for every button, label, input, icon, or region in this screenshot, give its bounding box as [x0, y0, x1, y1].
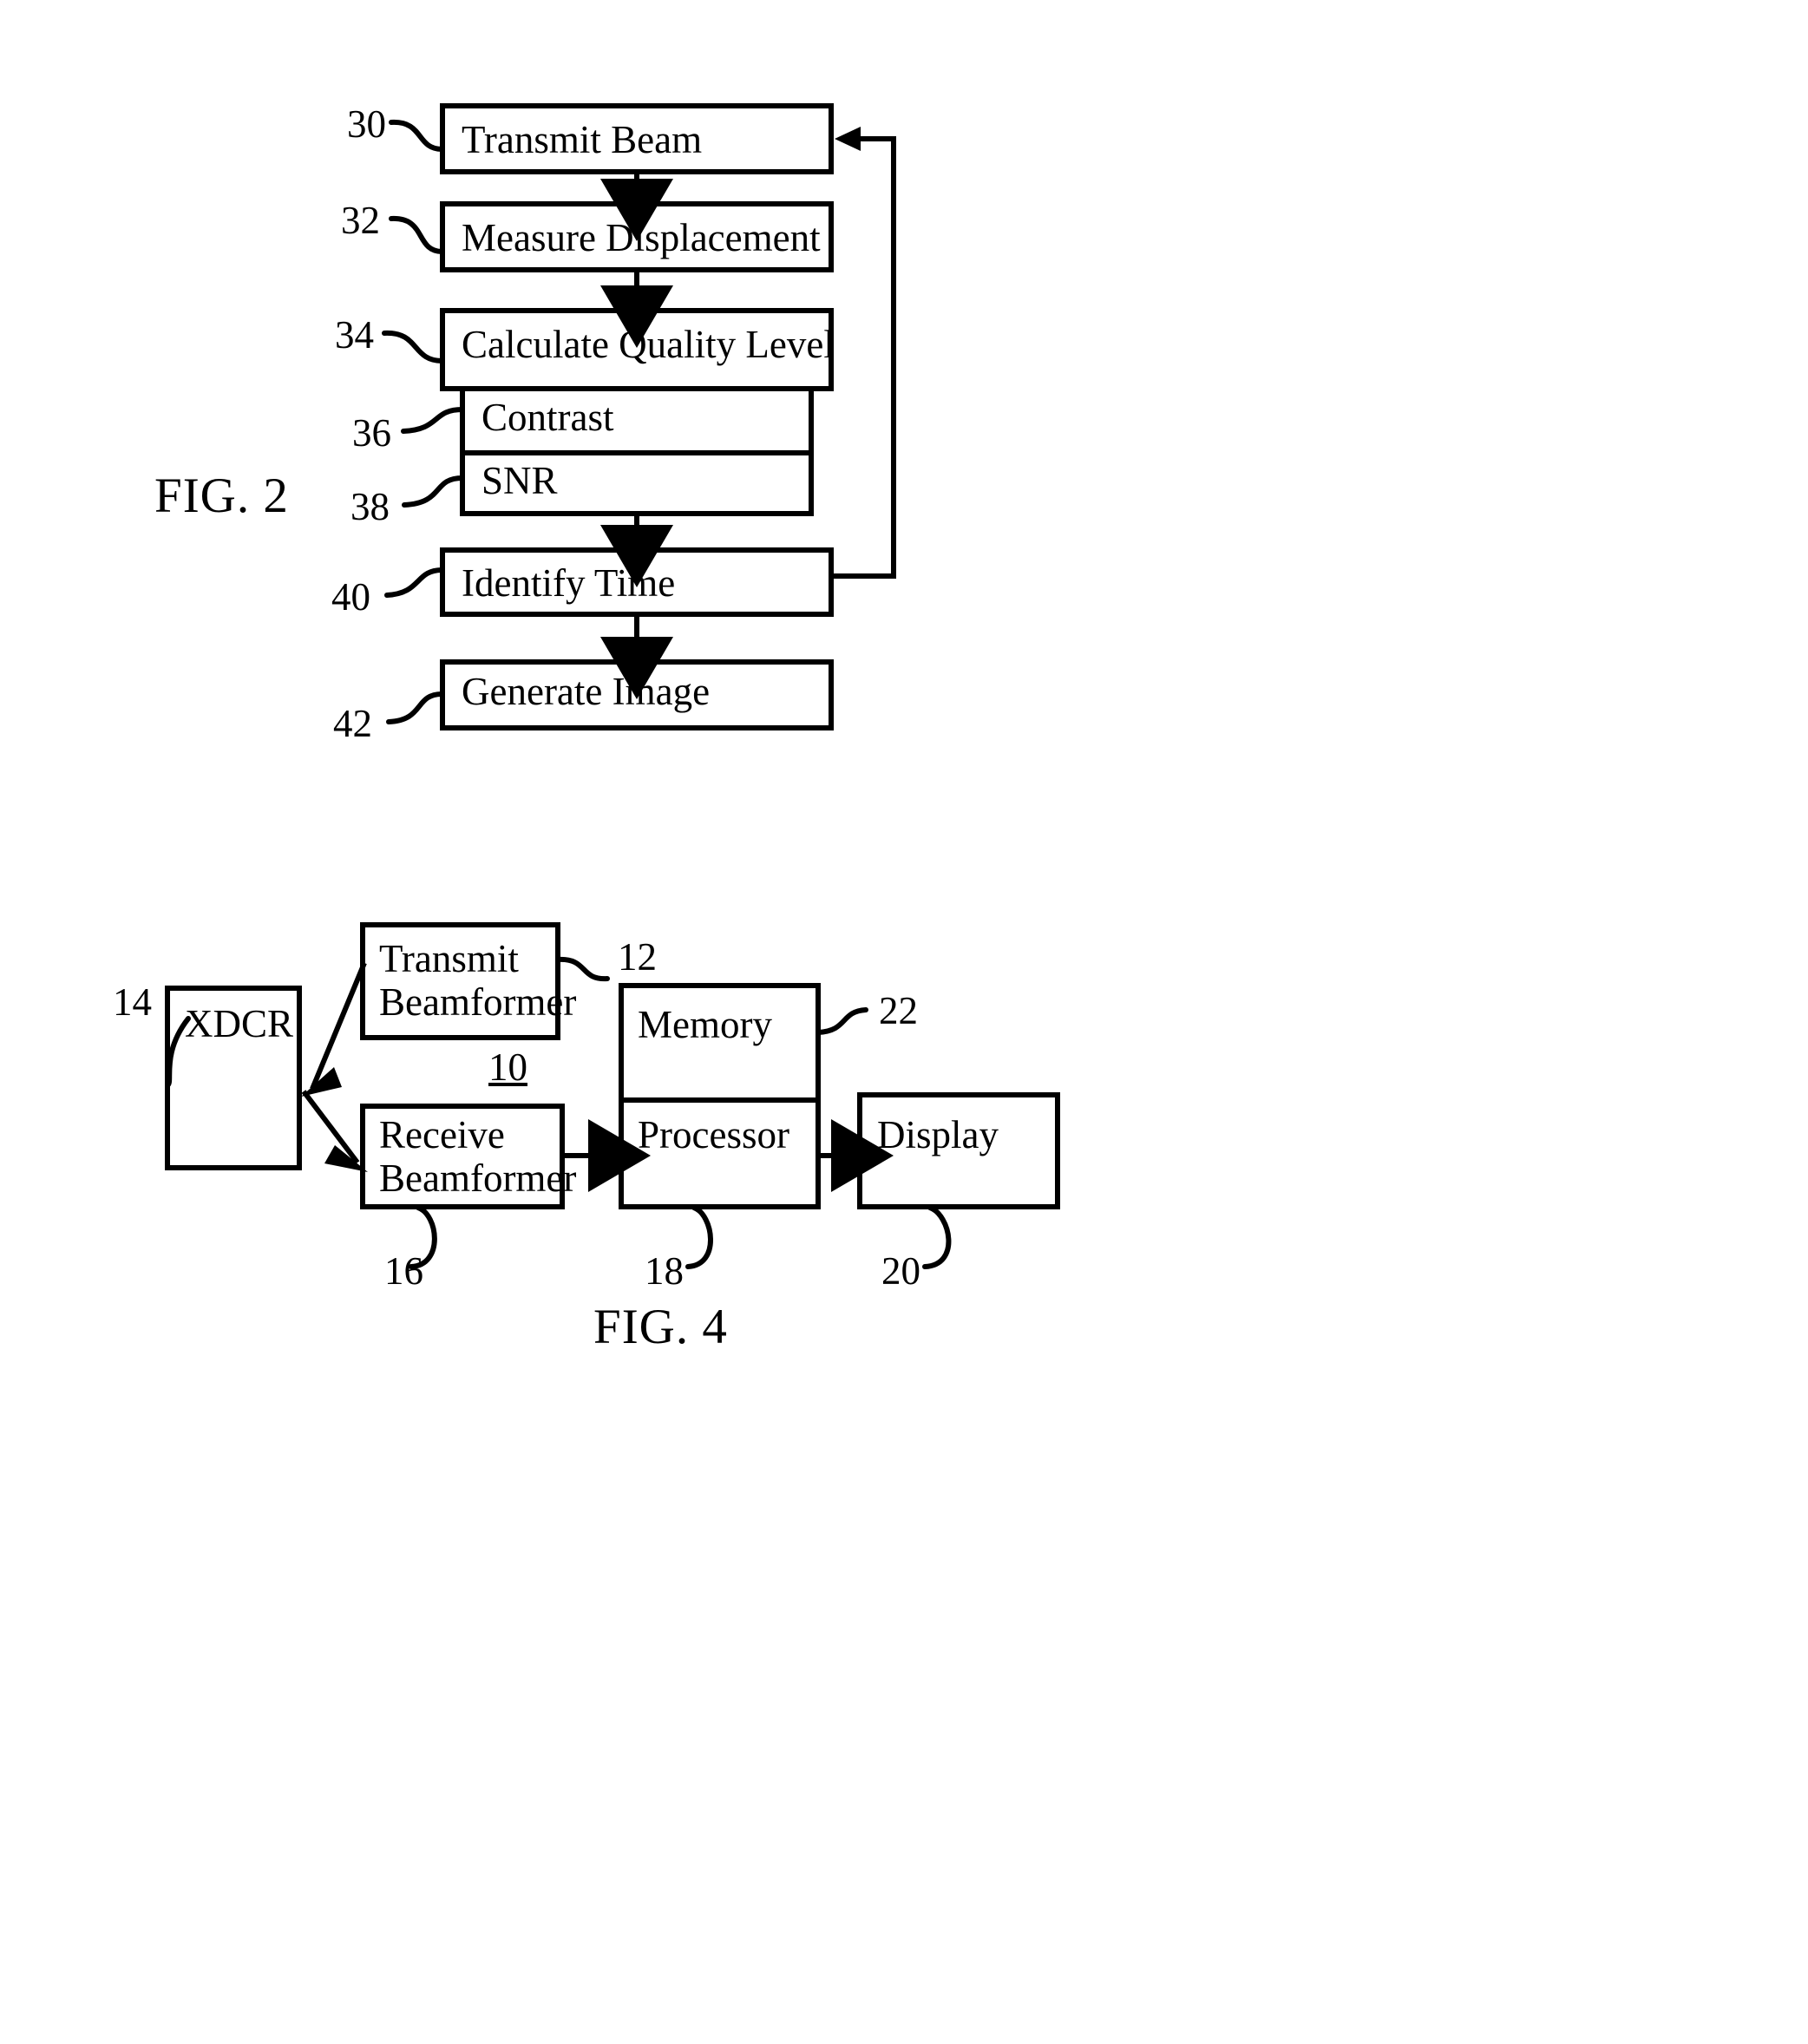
ref-numeral-22: 22 [879, 989, 918, 1032]
leader-line-36 [401, 407, 465, 434]
label-transmit-beamformer-line2: Beamformer [379, 980, 577, 1025]
label-contrast: Contrast [481, 396, 614, 439]
label-receive-beamformer: Receive Beamformer [379, 1113, 576, 1201]
arrow-tx-beamformer-to-xdcr [310, 961, 367, 1091]
ref-numeral-14: 14 [113, 980, 152, 1024]
ref-numeral-30: 30 [347, 102, 386, 146]
label-measure-displacement: Measure Displacement [462, 216, 821, 259]
leader-line-42 [386, 691, 445, 724]
feedback-loop-path [831, 136, 896, 579]
label-transmit-beamformer: Transmit Beamformer [379, 937, 576, 1025]
label-xdcr: XDCR [185, 1002, 294, 1045]
label-identify-time: Identify Time [462, 561, 676, 605]
label-transmit-beam: Transmit Beam [462, 118, 703, 161]
label-receive-beamformer-line1: Receive [379, 1113, 505, 1156]
label-display: Display [877, 1113, 999, 1156]
label-processor: Processor [638, 1113, 789, 1156]
label-transmit-beamformer-line1: Transmit [379, 937, 519, 980]
label-calculate-quality-level: Calculate Quality Level [462, 323, 835, 366]
label-generate-image: Generate Image [462, 670, 711, 713]
leader-line-18 [685, 1205, 713, 1269]
leader-line-30 [389, 119, 445, 152]
ref-numeral-38: 38 [350, 485, 390, 528]
leader-line-40 [384, 567, 445, 598]
leader-line-32 [389, 215, 445, 254]
feedback-loop-arrowhead [835, 127, 861, 151]
ref-numeral-34: 34 [335, 313, 374, 357]
leader-line-38 [402, 475, 465, 508]
ref-numeral-42: 42 [333, 702, 372, 745]
leader-line-22 [816, 1007, 868, 1035]
ref-numeral-36: 36 [352, 411, 391, 455]
fig2-title: FIG. 2 [154, 468, 289, 523]
ref-numeral-18: 18 [645, 1249, 684, 1293]
ref-numeral-40: 40 [331, 575, 370, 619]
label-snr: SNR [481, 459, 558, 502]
fig4-title: FIG. 4 [593, 1300, 728, 1354]
ref-numeral-20: 20 [881, 1249, 920, 1293]
label-receive-beamformer-line2: Beamformer [379, 1156, 577, 1201]
arrow-xdcr-to-rx-beamformer [301, 1090, 360, 1164]
ref-numeral-12: 12 [618, 935, 657, 979]
patent-drawing-sheet: Transmit Beam Measure Displacement Calcu… [0, 0, 1808, 2044]
leader-line-20 [922, 1205, 952, 1269]
label-memory: Memory [638, 1003, 772, 1046]
ref-numeral-system-10: 10 [488, 1045, 527, 1089]
ref-numeral-16: 16 [384, 1249, 423, 1293]
leader-line-34 [382, 330, 445, 364]
ref-numeral-32: 32 [341, 199, 380, 242]
